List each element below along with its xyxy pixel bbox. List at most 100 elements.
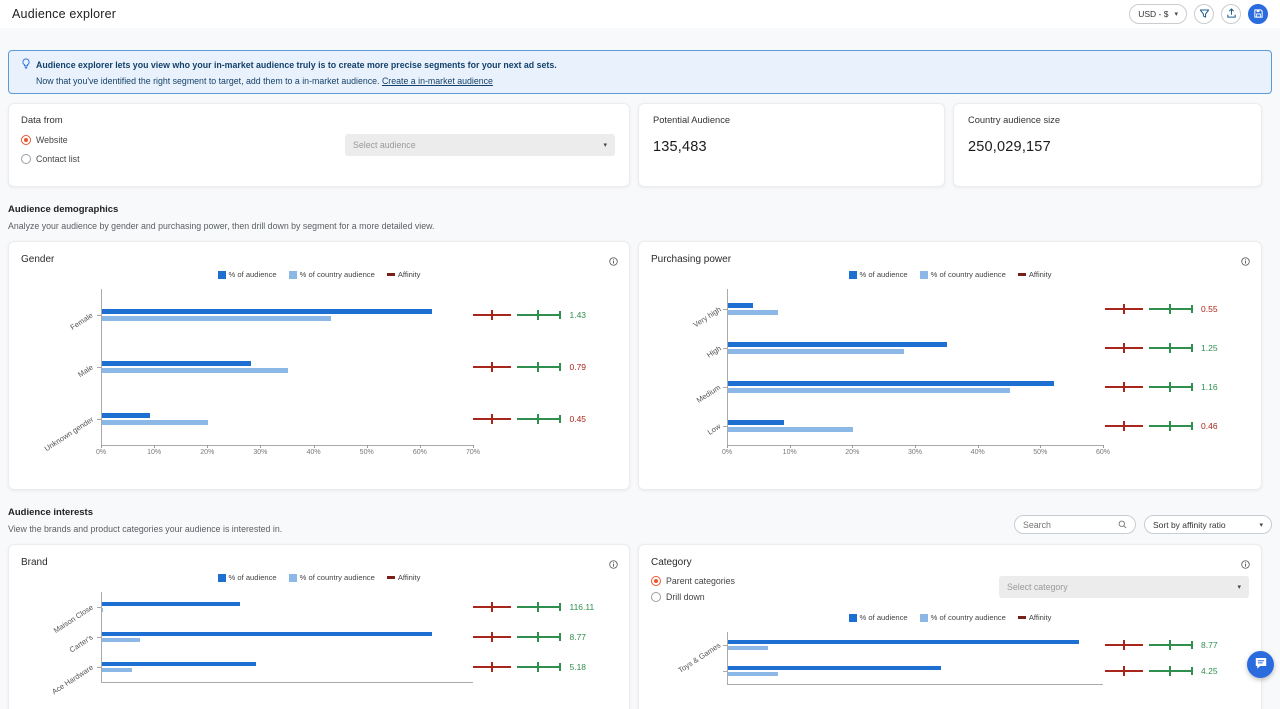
x-tick-label: 0% [88,449,114,456]
legend-swatch-country [289,271,297,279]
affinity-column: 116.118.775.18 [471,592,617,700]
chart-legend: % of audience% of country audienceAffini… [651,613,1249,622]
currency-select[interactable]: USD - $ ▾ [1129,4,1187,24]
x-tick [852,445,853,448]
stat-value: 135,483 [653,139,930,155]
category-label: Very high [691,304,722,329]
export-button[interactable] [1221,4,1241,24]
bar-audience [102,662,256,666]
bar-country [728,310,778,315]
affinity-value: 116.11 [569,602,594,612]
save-icon [1253,7,1264,22]
x-tick [420,445,421,448]
info-icon[interactable] [609,556,618,574]
x-tick-label: 30% [247,449,273,456]
info-icon[interactable] [1241,253,1250,271]
gender-chart: % of audience% of country audienceAffini… [21,270,617,463]
category-label: Low [706,421,722,436]
save-button[interactable] [1248,4,1268,24]
y-tick [723,387,727,388]
x-tick-label: 0% [714,449,740,456]
legend-swatch-country [920,271,928,279]
create-audience-link[interactable]: Create a in-market audience [382,76,493,86]
affinity-indicator: 116.11 [471,601,617,613]
y-tick [97,419,101,420]
info-icon[interactable] [609,253,618,271]
category-label: Female [69,311,95,332]
affinity-value: 8.77 [569,632,586,642]
affinity-value: 0.55 [1201,304,1218,314]
sort-select[interactable]: Sort by affinity ratio ▾ [1144,515,1272,534]
affinity-value: 4.25 [1201,666,1218,676]
filter-button[interactable] [1194,4,1214,24]
category-label: Toys & Games [677,641,723,675]
chat-button[interactable] [1247,651,1274,678]
bar-country [102,316,331,321]
info-icon[interactable] [1241,556,1250,574]
radio-icon [651,592,661,602]
y-tick [97,367,101,368]
bar-audience [728,342,947,347]
affinity-value: 1.43 [569,310,586,320]
radio-icon [21,135,31,145]
bar-country [102,608,103,612]
legend-swatch-audience [849,614,857,622]
radio-website[interactable]: Website [21,135,80,145]
section-subtitle: View the brands and product categories y… [8,524,282,534]
affinity-indicator: 1.43 [471,309,617,321]
export-icon [1226,7,1237,22]
bar-country [102,668,132,672]
category-label: Unknown gender [42,415,94,453]
radio-contact-list[interactable]: Contact list [21,154,80,164]
bar-country [728,646,768,650]
bar-audience [728,381,1054,386]
bar-audience [728,666,941,670]
radio-drill-down[interactable]: Drill down [651,592,735,602]
radio-icon [651,576,661,586]
filter-icon [1199,7,1210,22]
bar-country [728,427,853,432]
select-audience-dropdown[interactable]: Select audience ▾ [345,134,615,156]
x-tick [1040,445,1041,448]
chart-title: Purchasing power [651,254,1249,265]
chart-title: Brand [21,557,617,568]
demographics-section-head: Audience demographics Analyze your audie… [8,204,1272,231]
x-axis [101,682,473,683]
affinity-value: 1.16 [1201,382,1218,392]
header-actions: USD - $ ▾ [1129,4,1268,24]
affinity-indicator: 1.25 [1103,342,1249,354]
x-tick-label: 20% [839,449,865,456]
category-label: Ace Hardware [50,663,95,696]
chevron-down-icon: ▾ [1259,521,1263,529]
top-bar: Audience explorer USD - $ ▾ [0,0,1280,28]
affinity-indicator: 8.77 [1103,639,1249,651]
select-category-dropdown[interactable]: Select category ▾ [999,576,1249,598]
affinity-indicator: 0.45 [471,413,617,425]
stat-value: 250,029,157 [968,139,1247,155]
legend-swatch-affinity [1018,273,1026,276]
x-tick [101,445,102,448]
x-tick-label: 30% [902,449,928,456]
y-tick [97,637,101,638]
y-tick [723,309,727,310]
affinity-value: 0.46 [1201,421,1218,431]
bar-audience [728,303,753,308]
search-box[interactable] [1014,515,1136,534]
x-tick-label: 50% [1027,449,1053,456]
y-tick [723,426,727,427]
page-title: Audience explorer [12,7,116,21]
purchasing-power-chart: % of audience% of country audienceAffini… [651,270,1249,463]
legend-swatch-country [920,614,928,622]
legend-swatch-country [289,574,297,582]
x-tick [727,445,728,448]
search-icon [1118,516,1127,534]
radio-parent-categories[interactable]: Parent categories [651,576,735,586]
affinity-column: 0.55 1.25 1.16 0.46 [1103,289,1249,463]
legend-swatch-affinity [387,273,395,276]
y-tick [723,645,727,646]
category-label: Medium [695,382,722,404]
x-tick-label: 10% [141,449,167,456]
data-from-options: Data from Website Contact list [21,115,80,175]
search-input[interactable] [1023,520,1114,530]
x-tick-label: 10% [777,449,803,456]
